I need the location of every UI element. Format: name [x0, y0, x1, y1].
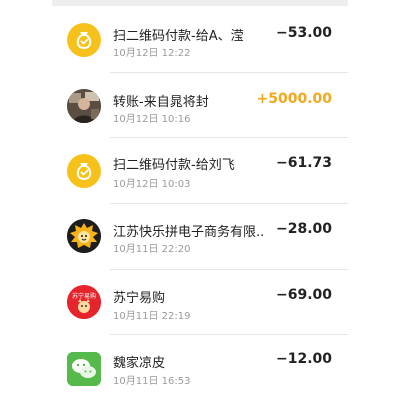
transaction-title: 扫二维码付款-给A、滢: [113, 29, 244, 44]
suning-logo-icon: 苏宁易购: [67, 285, 101, 319]
money-bag-icon: [67, 154, 101, 188]
transaction-row[interactable]: 江苏快乐拼电子商务有限... 10月11日 22:20 −28.00: [0, 203, 400, 267]
user-photo-avatar: [67, 89, 101, 123]
transaction-row[interactable]: 扫二维码付款-给刘飞 10月12日 10:03 −61.73: [0, 137, 400, 201]
transaction-amount: −28.00: [275, 221, 332, 237]
transaction-row[interactable]: 转账-来自晁将封 10月12日 10:16 +5000.00: [0, 72, 400, 136]
transaction-title: 扫二维码付款-给刘飞: [113, 158, 235, 173]
transaction-title: 转账-来自晁将封: [113, 95, 209, 110]
transaction-amount: +5000.00: [256, 91, 333, 107]
transaction-time: 10月11日 16:53: [113, 376, 191, 387]
transaction-amount: −12.00: [275, 351, 332, 367]
transaction-title: 江苏快乐拼电子商务有限...: [113, 225, 263, 240]
lion-logo-icon: [67, 219, 101, 253]
transaction-row[interactable]: 扫二维码付款-给A、滢 10月12日 12:22 −53.00: [0, 4, 400, 68]
transaction-amount: −69.00: [275, 287, 332, 303]
transaction-time: 10月12日 10:16: [113, 114, 191, 125]
transaction-title: 魏家凉皮: [113, 356, 166, 371]
money-bag-icon: [67, 23, 101, 57]
suning-logo-text: 苏宁易购: [72, 292, 96, 300]
transaction-time: 10月11日 22:20: [113, 244, 191, 255]
wechat-icon: [67, 352, 101, 386]
transaction-list: 扫二维码付款-给A、滢 10月12日 12:22 −53.00 转账-来自晁将封…: [0, 0, 400, 400]
transaction-amount: −61.73: [275, 155, 332, 171]
transaction-time: 10月12日 12:22: [113, 48, 191, 59]
transaction-time: 10月11日 22:19: [113, 311, 191, 322]
transaction-time: 10月12日 10:03: [113, 179, 191, 190]
transaction-title: 苏宁易购: [113, 291, 166, 306]
transaction-amount: −53.00: [275, 25, 332, 41]
transaction-row[interactable]: 苏宁易购 苏宁易购 10月11日 22:19 −69.00: [0, 269, 400, 333]
transaction-row[interactable]: 魏家凉皮 10月11日 16:53 −12.00: [0, 334, 400, 398]
